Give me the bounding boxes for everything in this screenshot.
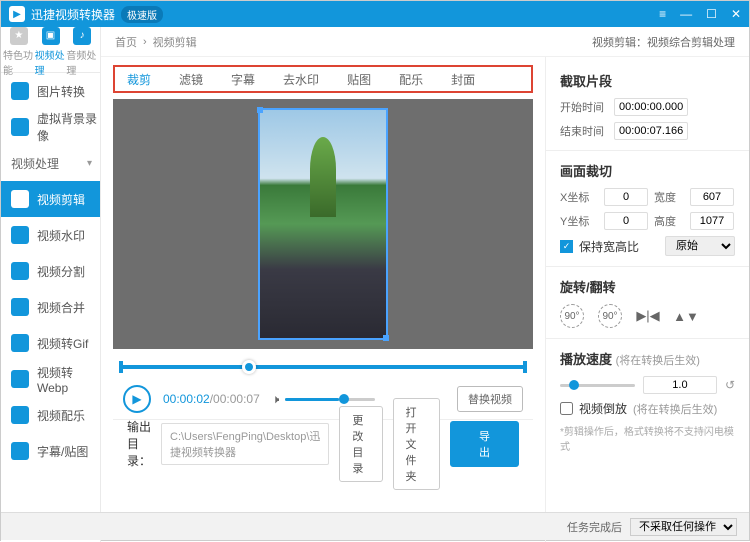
menu-icon[interactable]: ≡: [659, 7, 666, 21]
flip-horizontal-icon[interactable]: ▶|◀: [636, 304, 660, 328]
app-logo-icon: ▶: [9, 6, 25, 22]
editor-area: 裁剪 滤镜 字幕 去水印 贴图 配乐 封面 ▶ 00:00:02/00:00:0…: [101, 57, 545, 542]
nav-music[interactable]: 视频配乐: [1, 397, 100, 433]
gif-icon: [11, 334, 29, 352]
preview-content: [310, 137, 336, 217]
subtitle-icon: [11, 442, 29, 460]
section-clip: 截取片段: [560, 71, 735, 90]
width-input[interactable]: [690, 188, 734, 206]
nav-split[interactable]: 视频分割: [1, 253, 100, 289]
nav-subtitle[interactable]: 字幕/贴图: [1, 433, 100, 469]
nav-watermark[interactable]: 视频水印: [1, 217, 100, 253]
nav-video-edit[interactable]: 视频剪辑: [1, 181, 100, 217]
keep-ratio-checkbox[interactable]: ✓: [560, 240, 573, 253]
scissors-icon: [11, 190, 29, 208]
audio-icon: ♪: [73, 27, 91, 45]
image-icon: [11, 82, 29, 100]
window-controls: ≡ — ☐ ✕: [659, 7, 741, 21]
output-bar: 输出目录： C:\Users\FengPing\Desktop\迅捷视频转换器 …: [113, 419, 533, 467]
close-icon[interactable]: ✕: [731, 7, 741, 21]
nav-group-head[interactable]: 视频处理▾: [1, 145, 100, 181]
rotate-ccw-icon[interactable]: 90°: [560, 304, 584, 328]
film-icon: ▣: [42, 27, 60, 45]
sidetab-special[interactable]: ★特色功能: [3, 27, 35, 77]
etab-filter[interactable]: 滤镜: [179, 71, 203, 88]
editor-tabs: 裁剪 滤镜 字幕 去水印 贴图 配乐 封面: [113, 65, 533, 93]
watermark-icon: [11, 226, 29, 244]
reset-speed-icon[interactable]: ↺: [725, 378, 735, 392]
merge-icon: [11, 298, 29, 316]
y-input[interactable]: [604, 212, 648, 230]
height-input[interactable]: [690, 212, 734, 230]
timeline-knob[interactable]: [242, 360, 256, 374]
maximize-icon[interactable]: ☐: [706, 7, 717, 21]
speed-slider[interactable]: [560, 384, 635, 387]
nav-image-convert[interactable]: 图片转换: [1, 73, 100, 109]
reverse-checkbox[interactable]: [560, 402, 573, 415]
nav-gif[interactable]: 视频转Gif: [1, 325, 100, 361]
status-bar: 任务完成后 不采取任何操作: [1, 512, 749, 540]
crumb-home[interactable]: 首页: [115, 34, 137, 50]
speed-input[interactable]: [643, 376, 717, 394]
open-folder-button[interactable]: 打开文件夹: [393, 398, 440, 490]
etab-dewatermark[interactable]: 去水印: [283, 71, 319, 88]
after-task-select[interactable]: 不采取任何操作: [630, 518, 737, 536]
content: 首页 › 视频剪辑 视频剪辑：视频综合剪辑处理 裁剪 滤镜 字幕 去水印 贴图 …: [101, 27, 749, 542]
etab-subtitle[interactable]: 字幕: [231, 71, 255, 88]
titlebar: ▶ 迅捷视频转换器 极速版 ≡ — ☐ ✕: [1, 1, 749, 27]
etab-sticker[interactable]: 贴图: [347, 71, 371, 88]
sidebar-category-tabs: ★特色功能 ▣视频处理 ♪音频处理: [1, 27, 100, 73]
edition-badge: 极速版: [121, 6, 163, 23]
minimize-icon[interactable]: —: [680, 7, 692, 21]
etab-crop[interactable]: 裁剪: [127, 71, 151, 88]
properties-panel: 截取片段 开始时间 结束时间 画面裁切 X坐标宽度 Y坐标高度 ✓保持宽高比原始…: [545, 57, 749, 542]
volume-knob[interactable]: [339, 394, 349, 404]
breadcrumb: 首页 › 视频剪辑 视频剪辑：视频综合剪辑处理: [101, 27, 749, 57]
volume-control[interactable]: 🕨: [272, 392, 376, 407]
crumb-page: 视频剪辑: [153, 34, 197, 50]
footnote: *剪辑操作后，格式转换将不支持闪电模式: [560, 423, 735, 453]
star-icon: ★: [10, 27, 28, 45]
player-controls: ▶ 00:00:02/00:00:07 🕨 替换视频: [113, 379, 533, 419]
etab-soundtrack[interactable]: 配乐: [399, 71, 423, 88]
timeline[interactable]: [113, 349, 533, 379]
sidebar: ★特色功能 ▣视频处理 ♪音频处理 图片转换 虚拟背景录像 视频处理▾ 视频剪辑…: [1, 27, 101, 542]
app-title: 迅捷视频转换器: [31, 6, 115, 23]
crumb-desc: 视频剪辑：视频综合剪辑处理: [592, 34, 735, 50]
flip-vertical-icon[interactable]: ▲▼: [674, 304, 698, 328]
music-icon: [11, 406, 29, 424]
nav-merge[interactable]: 视频合并: [1, 289, 100, 325]
sidetab-video[interactable]: ▣视频处理: [35, 27, 67, 77]
time-display: 00:00:02/00:00:07: [163, 392, 260, 406]
sidebar-nav: 图片转换 虚拟背景录像 视频处理▾ 视频剪辑 视频水印 视频分割 视频合并 视频…: [1, 73, 100, 542]
section-crop: 画面裁切: [560, 161, 735, 180]
section-rotate: 旋转/翻转: [560, 277, 735, 296]
camera-icon: [11, 118, 29, 136]
export-button[interactable]: 导出: [450, 421, 519, 467]
replace-video-button[interactable]: 替换视频: [457, 386, 523, 412]
ratio-select[interactable]: 原始: [665, 236, 735, 256]
video-preview[interactable]: [113, 99, 533, 349]
section-speed: 播放速度 (将在转换后生效): [560, 349, 735, 368]
play-button[interactable]: ▶: [123, 385, 151, 413]
webp-icon: [11, 370, 29, 388]
speaker-icon[interactable]: 🕨: [272, 392, 280, 407]
change-dir-button[interactable]: 更改目录: [339, 406, 382, 482]
split-icon: [11, 262, 29, 280]
output-path[interactable]: C:\Users\FengPing\Desktop\迅捷视频转换器: [161, 423, 329, 465]
end-time-input[interactable]: [614, 122, 688, 140]
etab-cover[interactable]: 封面: [451, 71, 475, 88]
nav-virtual-bg[interactable]: 虚拟背景录像: [1, 109, 100, 145]
output-label: 输出目录：: [127, 418, 151, 469]
x-input[interactable]: [604, 188, 648, 206]
start-time-input[interactable]: [614, 98, 688, 116]
crop-frame[interactable]: [258, 108, 388, 340]
rotate-cw-icon[interactable]: 90°: [598, 304, 622, 328]
nav-webp[interactable]: 视频转Webp: [1, 361, 100, 397]
chevron-down-icon: ▾: [87, 158, 92, 169]
sidetab-audio[interactable]: ♪音频处理: [66, 27, 98, 77]
